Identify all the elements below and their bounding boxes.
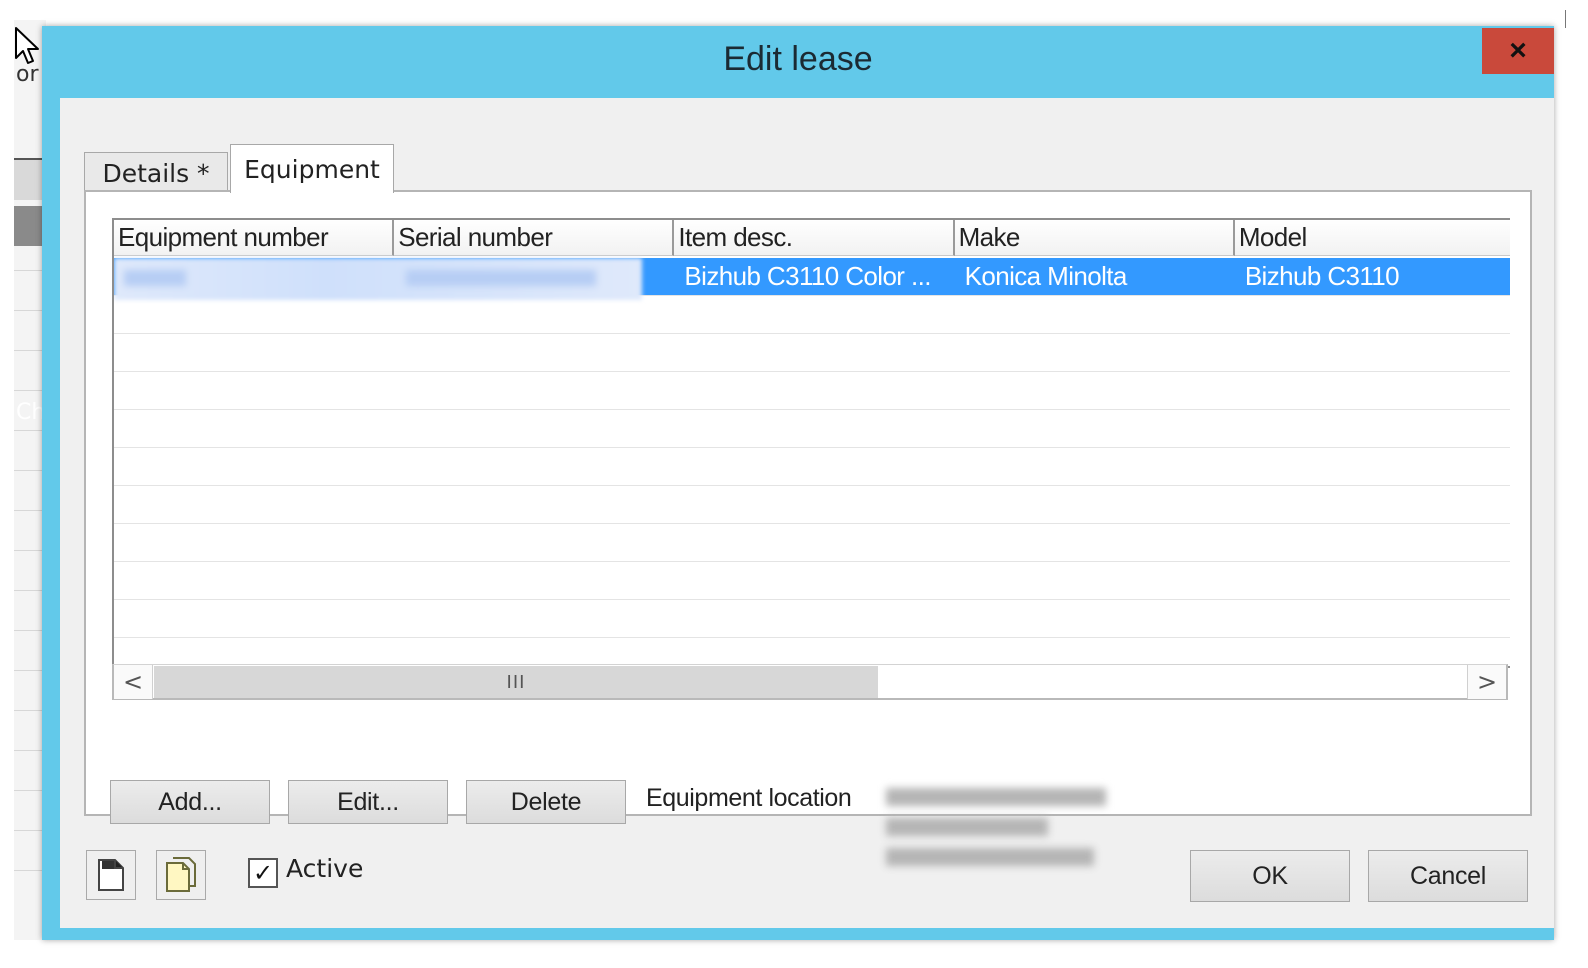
table-row[interactable] bbox=[114, 562, 1510, 600]
background-line bbox=[14, 790, 44, 791]
background-line bbox=[14, 630, 44, 631]
new-document-icon bbox=[98, 859, 124, 891]
table-row[interactable] bbox=[114, 524, 1510, 562]
redacted-line bbox=[886, 848, 1094, 866]
column-header-equipment-number[interactable]: Equipment number bbox=[114, 220, 395, 256]
table-row[interactable] bbox=[114, 334, 1510, 372]
cancel-button[interactable]: Cancel bbox=[1368, 850, 1528, 902]
background-line bbox=[14, 670, 44, 671]
tab-details[interactable]: Details * bbox=[84, 152, 228, 193]
equipment-location-address-redacted bbox=[886, 788, 1116, 874]
background-line bbox=[14, 310, 44, 311]
active-checkbox[interactable]: ✓ bbox=[248, 858, 278, 888]
chevron-left-icon: < bbox=[122, 668, 144, 696]
column-header-model[interactable]: Model bbox=[1234, 220, 1510, 256]
cursor-icon bbox=[15, 27, 39, 64]
dialog-client-area: Details * Equipment Equipment number Ser… bbox=[60, 98, 1554, 928]
copy-document-button[interactable] bbox=[156, 850, 206, 900]
column-header-make[interactable]: Make bbox=[954, 220, 1235, 256]
checkbox-icon: ✓ bbox=[252, 859, 274, 887]
add-button[interactable]: Add... bbox=[110, 780, 270, 824]
tab-equipment[interactable]: Equipment bbox=[230, 144, 394, 193]
background-header-dark: Ch bbox=[14, 206, 45, 425]
redacted-cells bbox=[114, 258, 642, 300]
copy-document-icon bbox=[166, 857, 196, 892]
close-icon: × bbox=[1509, 34, 1527, 67]
background-line bbox=[14, 590, 44, 591]
new-document-button[interactable] bbox=[86, 850, 136, 900]
background-line bbox=[14, 470, 44, 471]
dialog-title: Edit lease bbox=[723, 40, 873, 78]
table-row[interactable] bbox=[114, 600, 1510, 638]
redaction-blur bbox=[124, 270, 186, 286]
redacted-line bbox=[886, 818, 1048, 836]
redaction-blur bbox=[406, 270, 596, 286]
active-label: Active bbox=[286, 854, 364, 883]
equipment-grid[interactable]: Equipment number Serial number Item desc… bbox=[112, 218, 1510, 668]
table-row[interactable] bbox=[114, 372, 1510, 410]
horizontal-scrollbar[interactable]: < III > bbox=[112, 664, 1508, 700]
background-line bbox=[14, 830, 44, 831]
background-text-fragment-2: Ch bbox=[16, 400, 46, 425]
background-line bbox=[14, 390, 44, 391]
background-line bbox=[14, 430, 44, 431]
background-line bbox=[14, 510, 44, 511]
column-header-serial-number[interactable]: Serial number bbox=[394, 220, 675, 256]
grid-header: Equipment number Serial number Item desc… bbox=[114, 220, 1510, 258]
chevron-right-icon: > bbox=[1476, 668, 1498, 696]
cell-item-desc: Bizhub C3110 Color ... bbox=[684, 261, 931, 291]
background-line bbox=[14, 870, 44, 871]
cell-model: Bizhub C3110 bbox=[1244, 261, 1400, 291]
background-line bbox=[14, 270, 44, 271]
title-bar[interactable]: Edit lease × bbox=[42, 26, 1554, 96]
edit-button[interactable]: Edit... bbox=[288, 780, 448, 824]
delete-button[interactable]: Delete bbox=[466, 780, 626, 824]
background-line bbox=[14, 710, 44, 711]
scroll-left-button[interactable]: < bbox=[114, 665, 153, 699]
table-row[interactable] bbox=[114, 296, 1510, 334]
cell-make: Konica Minolta bbox=[964, 261, 1128, 291]
background-line bbox=[14, 350, 44, 351]
scroll-right-button[interactable]: > bbox=[1467, 665, 1506, 699]
equipment-tab-panel: Equipment number Serial number Item desc… bbox=[84, 190, 1532, 866]
scrollbar-thumb[interactable]: III bbox=[154, 666, 878, 698]
close-button[interactable]: × bbox=[1482, 28, 1554, 74]
background-line bbox=[14, 550, 44, 551]
edit-lease-dialog: Edit lease × Details * Equipment Equipme… bbox=[42, 26, 1554, 940]
equipment-location-label: Equipment location bbox=[646, 784, 852, 812]
ok-button[interactable]: OK bbox=[1190, 850, 1350, 902]
redacted-line bbox=[886, 788, 1106, 806]
background-line bbox=[14, 750, 44, 751]
grip-icon: III bbox=[506, 671, 526, 693]
table-row[interactable] bbox=[114, 410, 1510, 448]
table-row[interactable] bbox=[114, 486, 1510, 524]
column-header-item-desc[interactable]: Item desc. bbox=[674, 220, 955, 256]
table-row[interactable] bbox=[114, 448, 1510, 486]
background-header bbox=[14, 158, 44, 200]
background-divider bbox=[1565, 10, 1566, 28]
